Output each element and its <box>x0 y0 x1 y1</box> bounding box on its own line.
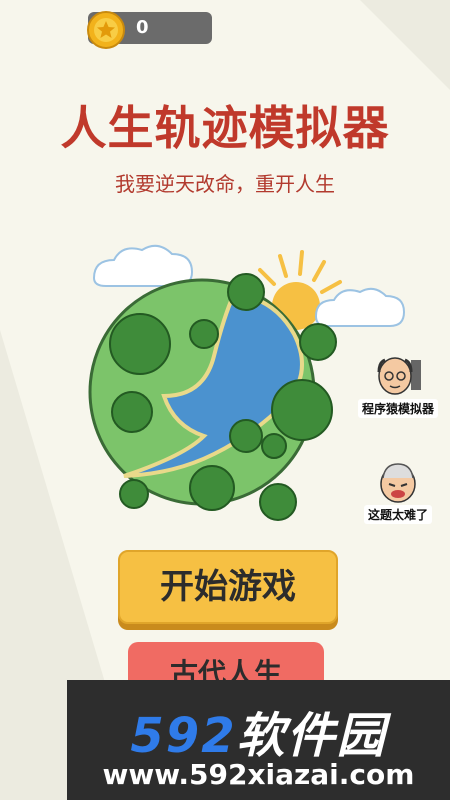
coin-icon <box>87 11 125 49</box>
page-title: 人生轨迹模拟器 <box>60 101 390 155</box>
watermark-number: 592 <box>130 708 237 764</box>
too-hard-entry[interactable]: 这题太难了 <box>348 460 448 524</box>
old-man-avatar-icon <box>380 463 416 503</box>
watermark-banner: 592软件园 www.592xiazai.com <box>67 680 450 800</box>
programmer-simulator-entry[interactable]: 程序猿模拟器 <box>348 354 448 418</box>
page-subtitle: 我要逆天改命，重开人生 <box>115 172 335 196</box>
too-hard-label: 这题太难了 <box>363 505 432 524</box>
watermark-name: 软件园 <box>236 708 387 764</box>
programmer-simulator-label: 程序猿模拟器 <box>357 399 438 418</box>
programmer-avatar-icon <box>377 357 421 395</box>
watermark-brand: 592软件园 <box>67 696 450 766</box>
cloud-icon <box>314 287 406 327</box>
coin-count: 0 <box>136 17 149 38</box>
watermark-url: www.592xiazai.com <box>102 758 415 791</box>
cloud-icon <box>92 244 194 287</box>
start-game-button[interactable]: 开始游戏 <box>118 550 338 624</box>
